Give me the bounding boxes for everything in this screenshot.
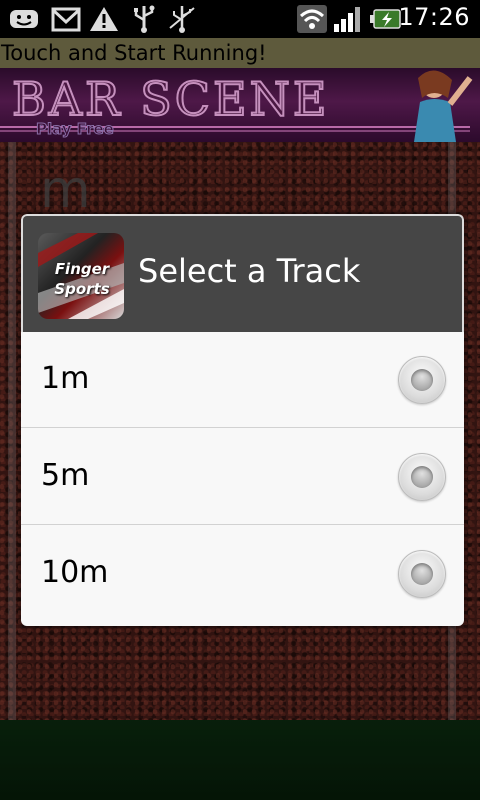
wifi-icon bbox=[297, 5, 327, 33]
track-option-label: 5m bbox=[41, 458, 90, 493]
app-title: Touch and Start Running! bbox=[0, 38, 480, 68]
dialog-title: Select a Track bbox=[138, 252, 361, 290]
radio-button[interactable] bbox=[398, 550, 446, 598]
ad-character-image bbox=[414, 70, 473, 142]
usb-debug-icon bbox=[169, 6, 195, 33]
ad-title: BAR SCENE bbox=[11, 71, 330, 127]
status-bar: 17:26 bbox=[0, 0, 480, 38]
radio-button[interactable] bbox=[398, 453, 446, 501]
track-option-1m[interactable]: 1m bbox=[21, 332, 464, 428]
warning-icon bbox=[90, 7, 118, 31]
gmail-icon bbox=[51, 7, 81, 32]
radio-indicator bbox=[411, 466, 433, 488]
chat-icon bbox=[10, 10, 38, 28]
track-option-10m[interactable]: 10m bbox=[21, 526, 464, 622]
track-option-label: 1m bbox=[41, 361, 90, 396]
track-option-label: 10m bbox=[41, 555, 109, 590]
app-icon-label-line: Finger bbox=[54, 260, 110, 278]
finger-sports-app-icon: Finger Sports bbox=[38, 233, 124, 319]
status-clock: 17:26 bbox=[398, 3, 470, 31]
usb-icon bbox=[134, 5, 155, 33]
radio-button[interactable] bbox=[398, 356, 446, 404]
select-track-dialog: Finger Sports Select a Track 1m 5m 10m bbox=[21, 214, 464, 626]
app-icon-label-line: Sports bbox=[54, 280, 110, 298]
battery-icon bbox=[370, 9, 401, 29]
dialog-header: Finger Sports Select a Track bbox=[21, 214, 464, 332]
app-icon-label: Finger Sports bbox=[44, 259, 120, 299]
track-options-list: 1m 5m 10m bbox=[21, 332, 464, 626]
ad-subtitle: Play Free bbox=[36, 120, 115, 139]
signal-icon bbox=[334, 7, 360, 32]
ad-banner[interactable]: BAR SCENE Play Free bbox=[0, 68, 480, 142]
radio-indicator bbox=[411, 563, 433, 585]
radio-indicator bbox=[411, 369, 433, 391]
track-option-5m[interactable]: 5m bbox=[21, 429, 464, 525]
